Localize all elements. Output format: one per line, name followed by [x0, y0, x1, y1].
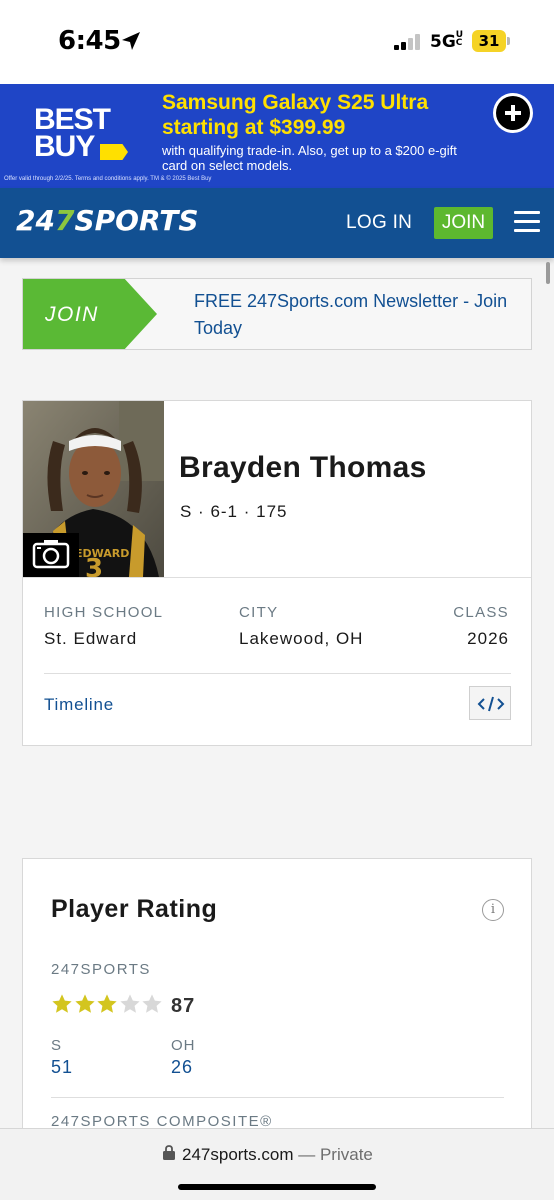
star-empty-icon — [142, 994, 162, 1013]
code-icon — [477, 696, 505, 712]
login-link[interactable]: LOG IN — [346, 212, 412, 234]
hamburger-menu-icon[interactable] — [514, 211, 540, 233]
private-mode-label: — Private — [298, 1145, 373, 1164]
divider — [44, 673, 511, 674]
best-buy-tag-icon — [100, 144, 128, 160]
ad-expand-plus-icon[interactable] — [493, 93, 533, 133]
state-rank-label: OH — [171, 1037, 196, 1054]
newsletter-join-label: JOIN — [45, 303, 99, 326]
network-label: 5GUC — [430, 30, 464, 53]
photo-gallery-button[interactable] — [23, 533, 79, 577]
embed-code-button[interactable] — [469, 686, 511, 720]
divider — [23, 577, 531, 578]
class-label: CLASS — [453, 604, 509, 621]
timeline-link[interactable]: Timeline — [44, 695, 114, 715]
join-button[interactable]: JOIN — [434, 207, 493, 239]
browser-address-bar[interactable]: 247sports.com — Private — [0, 1128, 554, 1200]
ad-headline: Samsung Galaxy S25 Ultra starting at $39… — [162, 91, 429, 139]
newsletter-banner[interactable]: JOIN FREE 247Sports.com Newsletter - Joi… — [22, 278, 532, 350]
player-name: Brayden Thomas — [179, 451, 427, 484]
star-filled-icon — [97, 994, 117, 1013]
player-photo[interactable]: EDWARD 3 — [23, 401, 164, 577]
rating-score: 87 — [171, 995, 196, 1017]
url-text[interactable]: 247sports.com — Private — [182, 1145, 373, 1165]
rating-title: Player Rating — [51, 895, 218, 923]
ad-fine-print: Offer valid through 2/2/25. Terms and co… — [4, 176, 212, 182]
lock-icon — [163, 1145, 175, 1160]
247sports-logo[interactable]: 247SPORTS — [16, 204, 199, 237]
state-rank-value[interactable]: 26 — [171, 1057, 193, 1078]
ad-banner[interactable]: BEST BUY Samsung Galaxy S25 Ultra starti… — [0, 84, 554, 188]
class-value: 2026 — [467, 629, 509, 648]
network-badge: UC — [455, 30, 464, 48]
svg-text:3: 3 — [85, 554, 103, 577]
star-rating — [51, 993, 163, 1017]
status-time: 6:45 — [58, 26, 121, 56]
player-profile-card: EDWARD 3 Brayden Thomas S · 6-1 · 175 HI… — [22, 400, 532, 746]
best-buy-logo: BEST BUY — [34, 103, 111, 163]
location-arrow-icon — [122, 32, 140, 50]
high-school-value: St. Edward — [44, 629, 138, 648]
player-position-height-weight: S · 6-1 · 175 — [180, 502, 288, 521]
scrollbar-thumb[interactable] — [546, 262, 550, 284]
star-empty-icon — [119, 994, 140, 1013]
battery-icon: 31 — [472, 30, 510, 52]
status-bar: 6:45 5GUC 31 — [0, 0, 554, 84]
cellular-signal-icon — [394, 34, 420, 50]
star-filled-icon — [52, 994, 72, 1013]
player-rating-card: Player Rating i 247SPORTS 87 S 51 OH 26 … — [22, 858, 532, 1158]
newsletter-join-arrow[interactable]: JOIN — [23, 279, 157, 349]
info-icon[interactable]: i — [482, 899, 504, 921]
city-value: Lakewood, OH — [239, 629, 364, 648]
position-rank-label: S — [51, 1037, 63, 1054]
home-indicator[interactable] — [178, 1184, 376, 1190]
battery-level: 31 — [478, 32, 500, 50]
newsletter-link[interactable]: FREE 247Sports.com Newsletter - Join Tod… — [194, 288, 529, 342]
camera-icon — [32, 540, 70, 569]
high-school-label: HIGH SCHOOL — [44, 604, 164, 621]
rating-source-label: 247SPORTS — [51, 961, 151, 978]
site-header: 247SPORTS LOG IN JOIN — [0, 188, 554, 258]
position-rank-value[interactable]: 51 — [51, 1057, 73, 1078]
ad-subtext: with qualifying trade-in. Also, get up t… — [162, 143, 457, 173]
city-label: CITY — [239, 604, 279, 621]
star-filled-icon — [74, 994, 95, 1013]
divider — [51, 1097, 504, 1098]
